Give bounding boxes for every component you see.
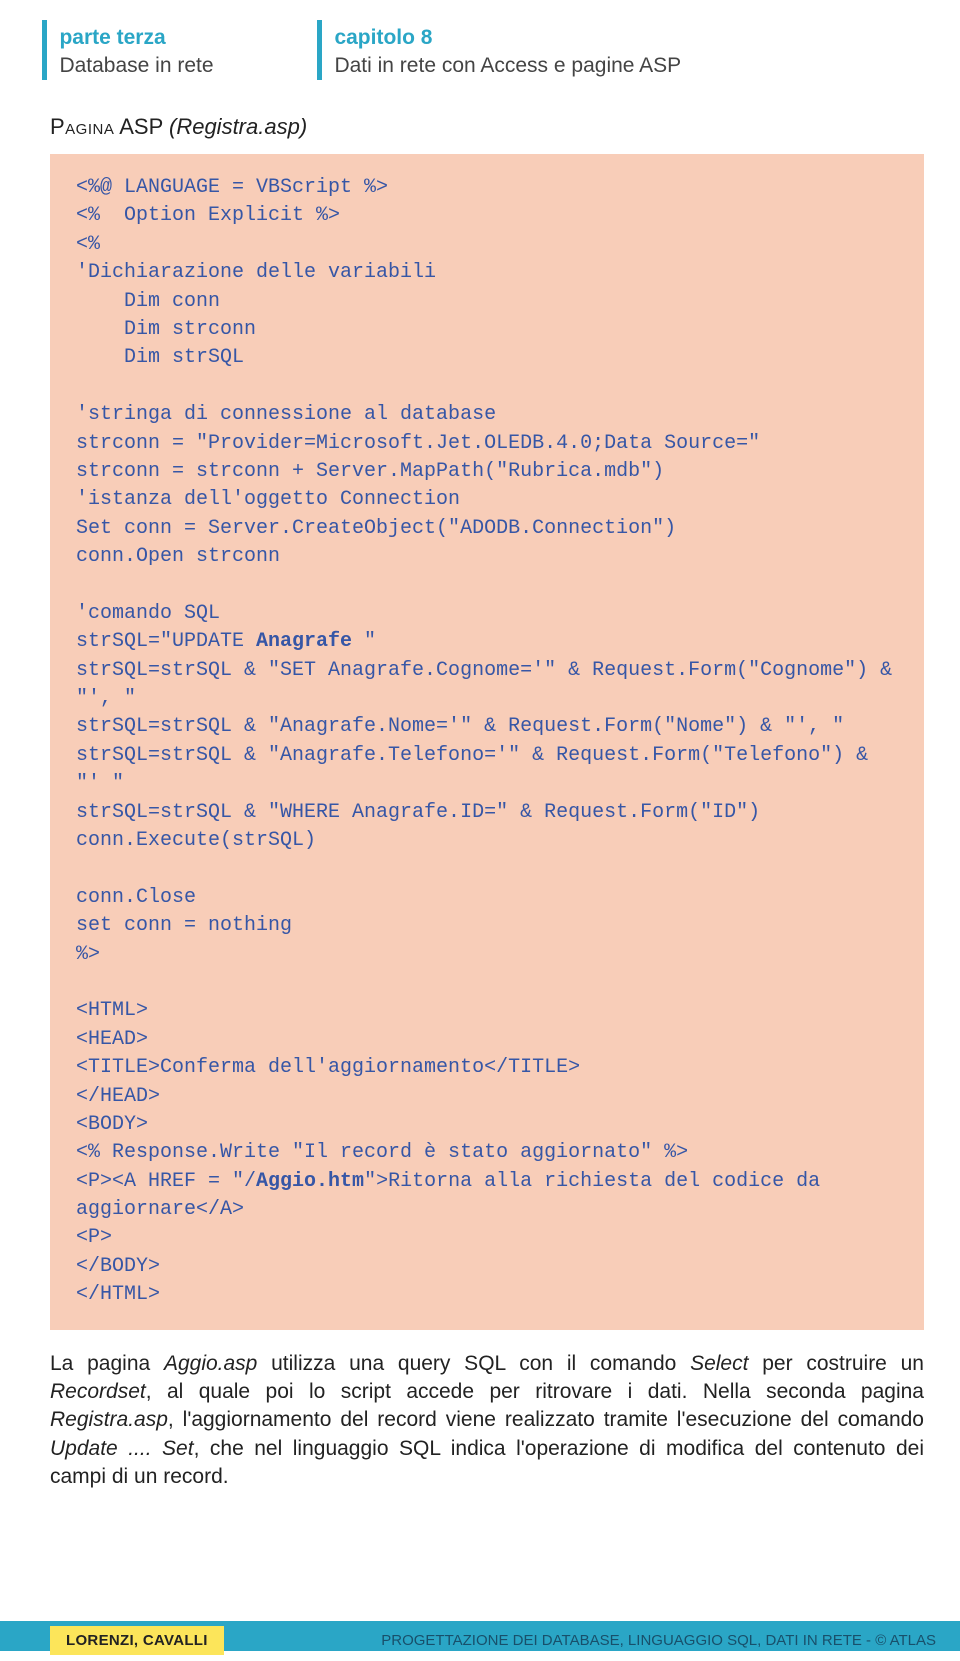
body-i2: Select (690, 1352, 748, 1375)
body-i3: Recordset (50, 1380, 146, 1403)
body-paragraph: La pagina Aggio.asp utilizza una query S… (0, 1330, 960, 1492)
header-left-text: parte terza Database in rete (59, 20, 213, 78)
body-i5: Update .... Set (50, 1437, 194, 1460)
asp-code-block: <%@ LANGUAGE = VBScript %> <% Option Exp… (50, 154, 924, 1330)
header-right-text: capitolo 8 Dati in rete con Access e pag… (334, 20, 681, 78)
code-bold-anagrafe: Anagrafe (256, 630, 352, 653)
page-title-rest: ASP (114, 114, 169, 139)
header-right-col: capitolo 8 Dati in rete con Access e pag… (305, 20, 681, 80)
part-sub-label: Database in rete (59, 54, 213, 78)
page-header: parte terza Database in rete capitolo 8 … (0, 0, 960, 90)
part-label: parte terza (59, 26, 213, 50)
body-i1: Aggio.asp (164, 1352, 257, 1375)
code-bold-aggio: Aggio.htm (256, 1170, 364, 1193)
page-title: Pagina ASP (Registra.asp) (0, 90, 960, 154)
code-part-1: <%@ LANGUAGE = VBScript %> <% Option Exp… (76, 176, 760, 653)
page-title-smallcaps: Pagina (50, 114, 114, 139)
body-t3: per costruire un (748, 1352, 924, 1375)
header-accent-bar-right (317, 20, 322, 80)
chapter-label: capitolo 8 (334, 26, 681, 50)
footer-authors: LORENZI, CAVALLI (50, 1626, 224, 1655)
body-t1: La pagina (50, 1352, 164, 1375)
body-t2: utilizza una query SQL con il comando (257, 1352, 690, 1375)
chapter-sub-label: Dati in rete con Access e pagine ASP (334, 54, 681, 78)
page-title-filename: (Registra.asp) (169, 114, 307, 139)
header-accent-bar-left (42, 20, 47, 80)
footer-publisher: PROGETTAZIONE DEI DATABASE, LINGUAGGIO S… (381, 1632, 936, 1649)
code-part-2: " strSQL=strSQL & "SET Anagrafe.Cognome=… (76, 630, 904, 1192)
body-i4: Registra.asp (50, 1408, 168, 1431)
header-left-col: parte terza Database in rete (30, 20, 305, 80)
body-t4: , al quale poi lo script accede per ritr… (146, 1380, 924, 1403)
body-t5: , l'aggiornamento del record viene reali… (168, 1408, 924, 1431)
